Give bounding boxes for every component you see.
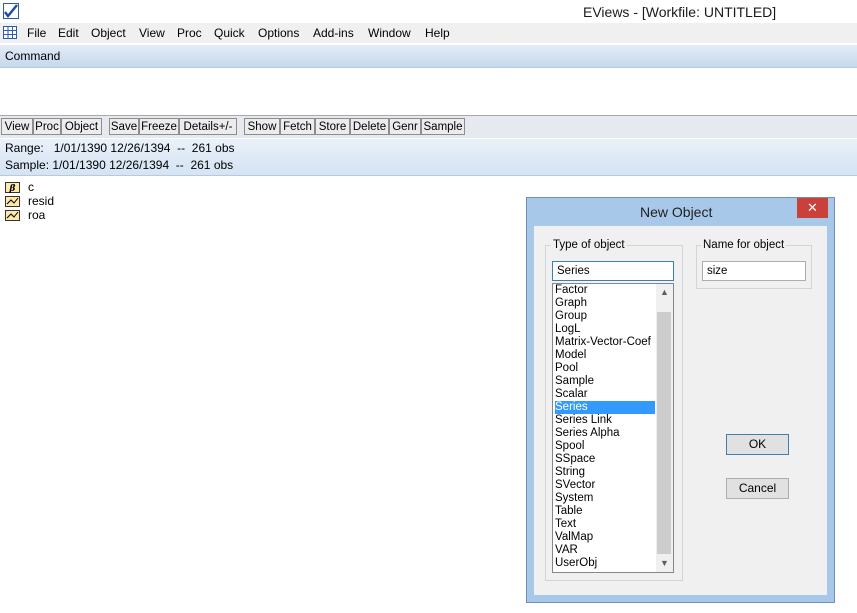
menu-window[interactable]: Window: [368, 26, 411, 40]
svg-text:β: β: [9, 184, 16, 193]
delete-button[interactable]: Delete: [350, 118, 389, 135]
freeze-button[interactable]: Freeze: [139, 118, 179, 135]
show-button[interactable]: Show: [244, 118, 280, 135]
list-item[interactable]: Series Link: [555, 414, 655, 427]
menu-proc[interactable]: Proc: [177, 26, 202, 40]
list-item[interactable]: Text: [555, 518, 655, 531]
menu-edit[interactable]: Edit: [58, 26, 79, 40]
list-item[interactable]: Factor: [555, 284, 655, 297]
list-item[interactable]: System: [555, 492, 655, 505]
save-button[interactable]: Save: [109, 118, 139, 135]
list-item[interactable]: Model: [555, 349, 655, 362]
type-group-label: Type of object: [551, 239, 627, 251]
workfile-grid-icon[interactable]: [3, 26, 17, 39]
sample-text[interactable]: Sample: 1/01/1390 12/26/1394 -- 261 obs: [5, 158, 233, 172]
view-button[interactable]: View: [1, 118, 33, 135]
coefficient-icon: β: [5, 182, 20, 193]
list-item[interactable]: Table: [555, 505, 655, 518]
list-item-selected[interactable]: Series: [555, 401, 655, 414]
menu-quick[interactable]: Quick: [214, 26, 245, 40]
menu-help[interactable]: Help: [425, 26, 450, 40]
list-item[interactable]: Series Alpha: [555, 427, 655, 440]
object-button[interactable]: Object: [61, 118, 102, 135]
scroll-up-icon[interactable]: ▲: [660, 287, 669, 297]
command-header: [0, 45, 857, 68]
menu-view[interactable]: View: [139, 26, 165, 40]
series-icon: [5, 210, 20, 221]
command-label: Command: [5, 49, 61, 63]
name-group-label: Name for object: [701, 239, 787, 251]
menu-options[interactable]: Options: [258, 26, 299, 40]
list-item[interactable]: SSpace: [555, 453, 655, 466]
scroll-thumb[interactable]: [657, 312, 671, 554]
list-item[interactable]: ValMap: [555, 531, 655, 544]
series-icon: [5, 196, 20, 207]
list-item[interactable]: Sample: [555, 375, 655, 388]
eviews-app-icon[interactable]: [3, 3, 19, 19]
menu-add-ins[interactable]: Add-ins: [313, 26, 354, 40]
object-resid[interactable]: resid: [28, 194, 54, 208]
name-input[interactable]: size: [702, 261, 806, 281]
menu-object[interactable]: Object: [91, 26, 126, 40]
list-item[interactable]: String: [555, 466, 655, 479]
fetch-button[interactable]: Fetch: [280, 118, 315, 135]
list-item[interactable]: Pool: [555, 362, 655, 375]
menu-file[interactable]: File: [27, 26, 46, 40]
list-item[interactable]: Group: [555, 310, 655, 323]
cancel-button[interactable]: Cancel: [726, 478, 789, 499]
type-input[interactable]: Series: [552, 261, 674, 281]
genr-button[interactable]: Genr: [389, 118, 421, 135]
scroll-down-icon[interactable]: ▼: [660, 558, 669, 568]
list-item[interactable]: VAR: [555, 544, 655, 557]
list-item[interactable]: Spool: [555, 440, 655, 453]
dialog-title: New Object: [640, 204, 713, 220]
list-item[interactable]: Graph: [555, 297, 655, 310]
list-item[interactable]: Matrix-Vector-Coef: [555, 336, 655, 349]
object-c[interactable]: c: [28, 180, 34, 194]
store-button[interactable]: Store: [315, 118, 350, 135]
list-item[interactable]: Scalar: [555, 388, 655, 401]
close-icon[interactable]: ✕: [797, 198, 828, 218]
window-title: EViews - [Workfile: UNTITLED]: [583, 4, 777, 20]
list-item[interactable]: LogL: [555, 323, 655, 336]
sample-button[interactable]: Sample: [421, 118, 465, 135]
object-roa[interactable]: roa: [28, 208, 45, 222]
proc-button[interactable]: Proc: [33, 118, 61, 135]
range-text[interactable]: Range: 1/01/1390 12/26/1394 -- 261 obs: [5, 141, 235, 155]
details-button[interactable]: Details+/-: [179, 118, 237, 135]
list-item[interactable]: UserObj: [555, 557, 655, 570]
ok-button[interactable]: OK: [726, 434, 789, 455]
list-item[interactable]: SVector: [555, 479, 655, 492]
command-input[interactable]: [0, 68, 857, 116]
